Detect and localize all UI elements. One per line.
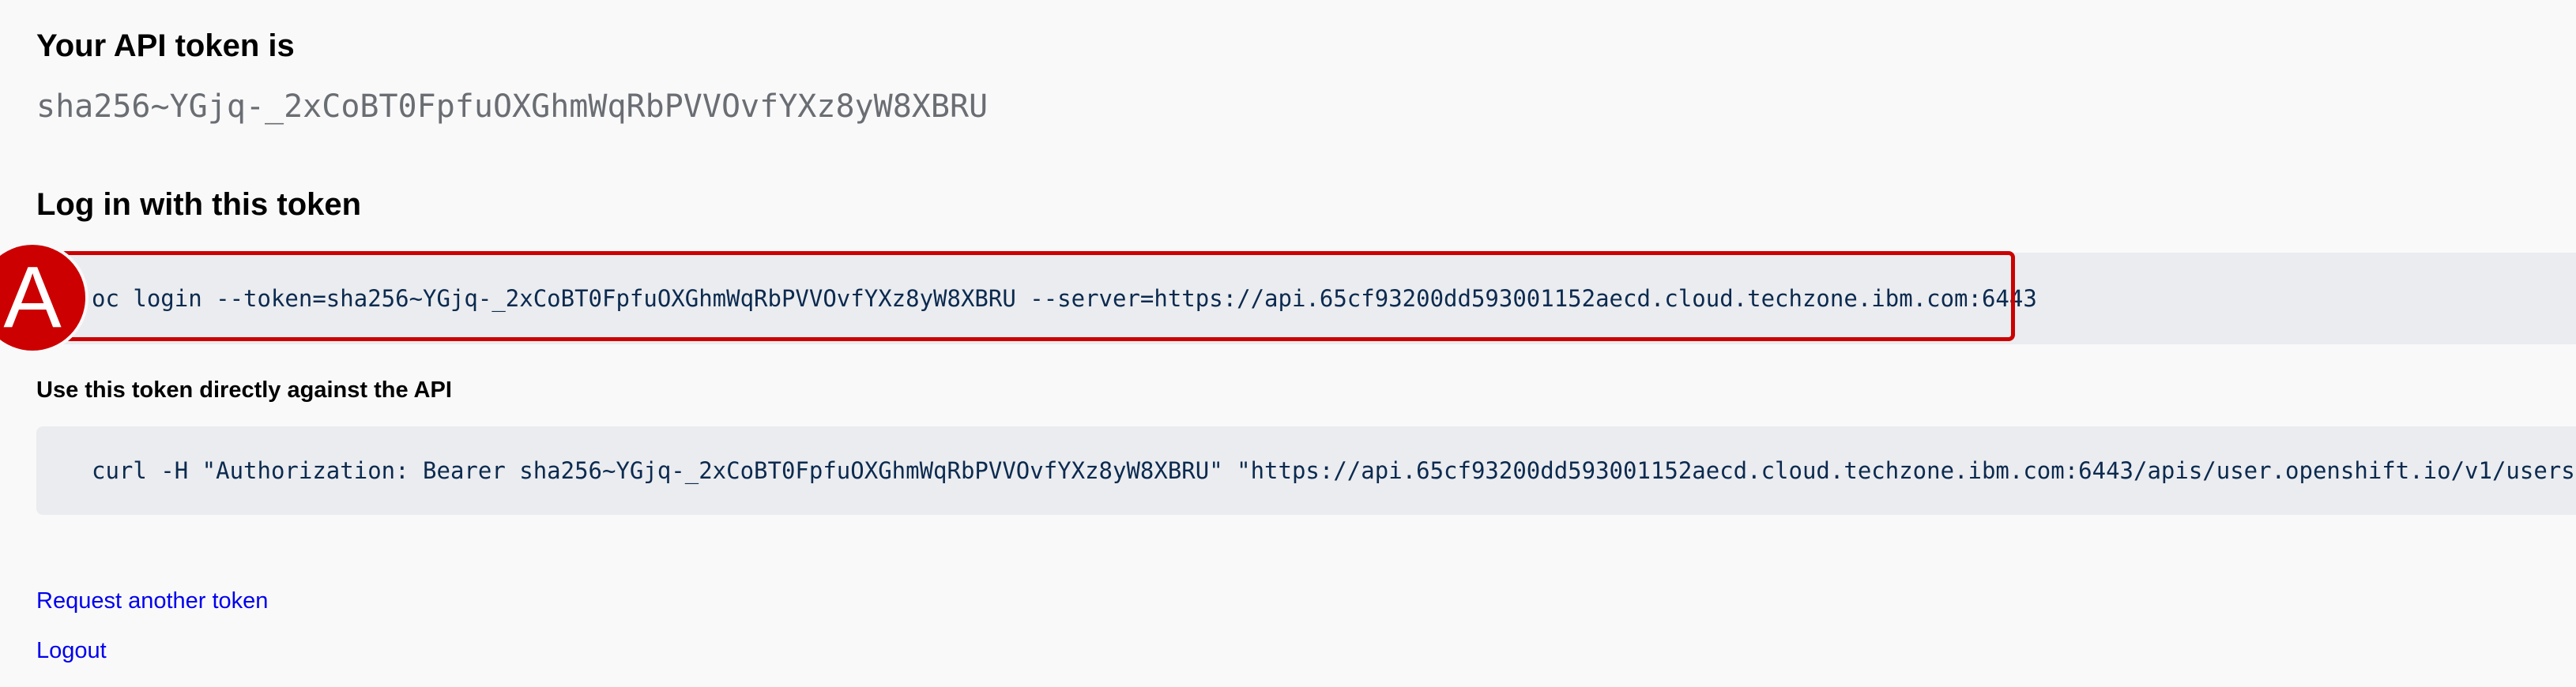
api-usage-heading: Use this token directly against the API (36, 377, 452, 403)
api-command-text[interactable]: curl -H "Authorization: Bearer sha256~YG… (92, 457, 2576, 484)
logout-link[interactable]: Logout (36, 638, 107, 664)
token-display-page: Your API token is sha256~YGjq-_2xCoBT0Fp… (0, 0, 2576, 687)
login-command-block[interactable]: oc login --token=sha256~YGjq-_2xCoBT0Fpf… (36, 253, 2576, 344)
api-command-block[interactable]: curl -H "Authorization: Bearer sha256~YG… (36, 426, 2576, 515)
login-heading: Log in with this token (36, 187, 362, 222)
api-token-value[interactable]: sha256~YGjq-_2xCoBT0FpfuOXGhmWqRbPVVOvfY… (36, 88, 988, 125)
request-another-token-link[interactable]: Request another token (36, 588, 268, 614)
api-token-heading: Your API token is (36, 28, 295, 63)
login-command-text[interactable]: oc login --token=sha256~YGjq-_2xCoBT0Fpf… (92, 285, 2037, 312)
